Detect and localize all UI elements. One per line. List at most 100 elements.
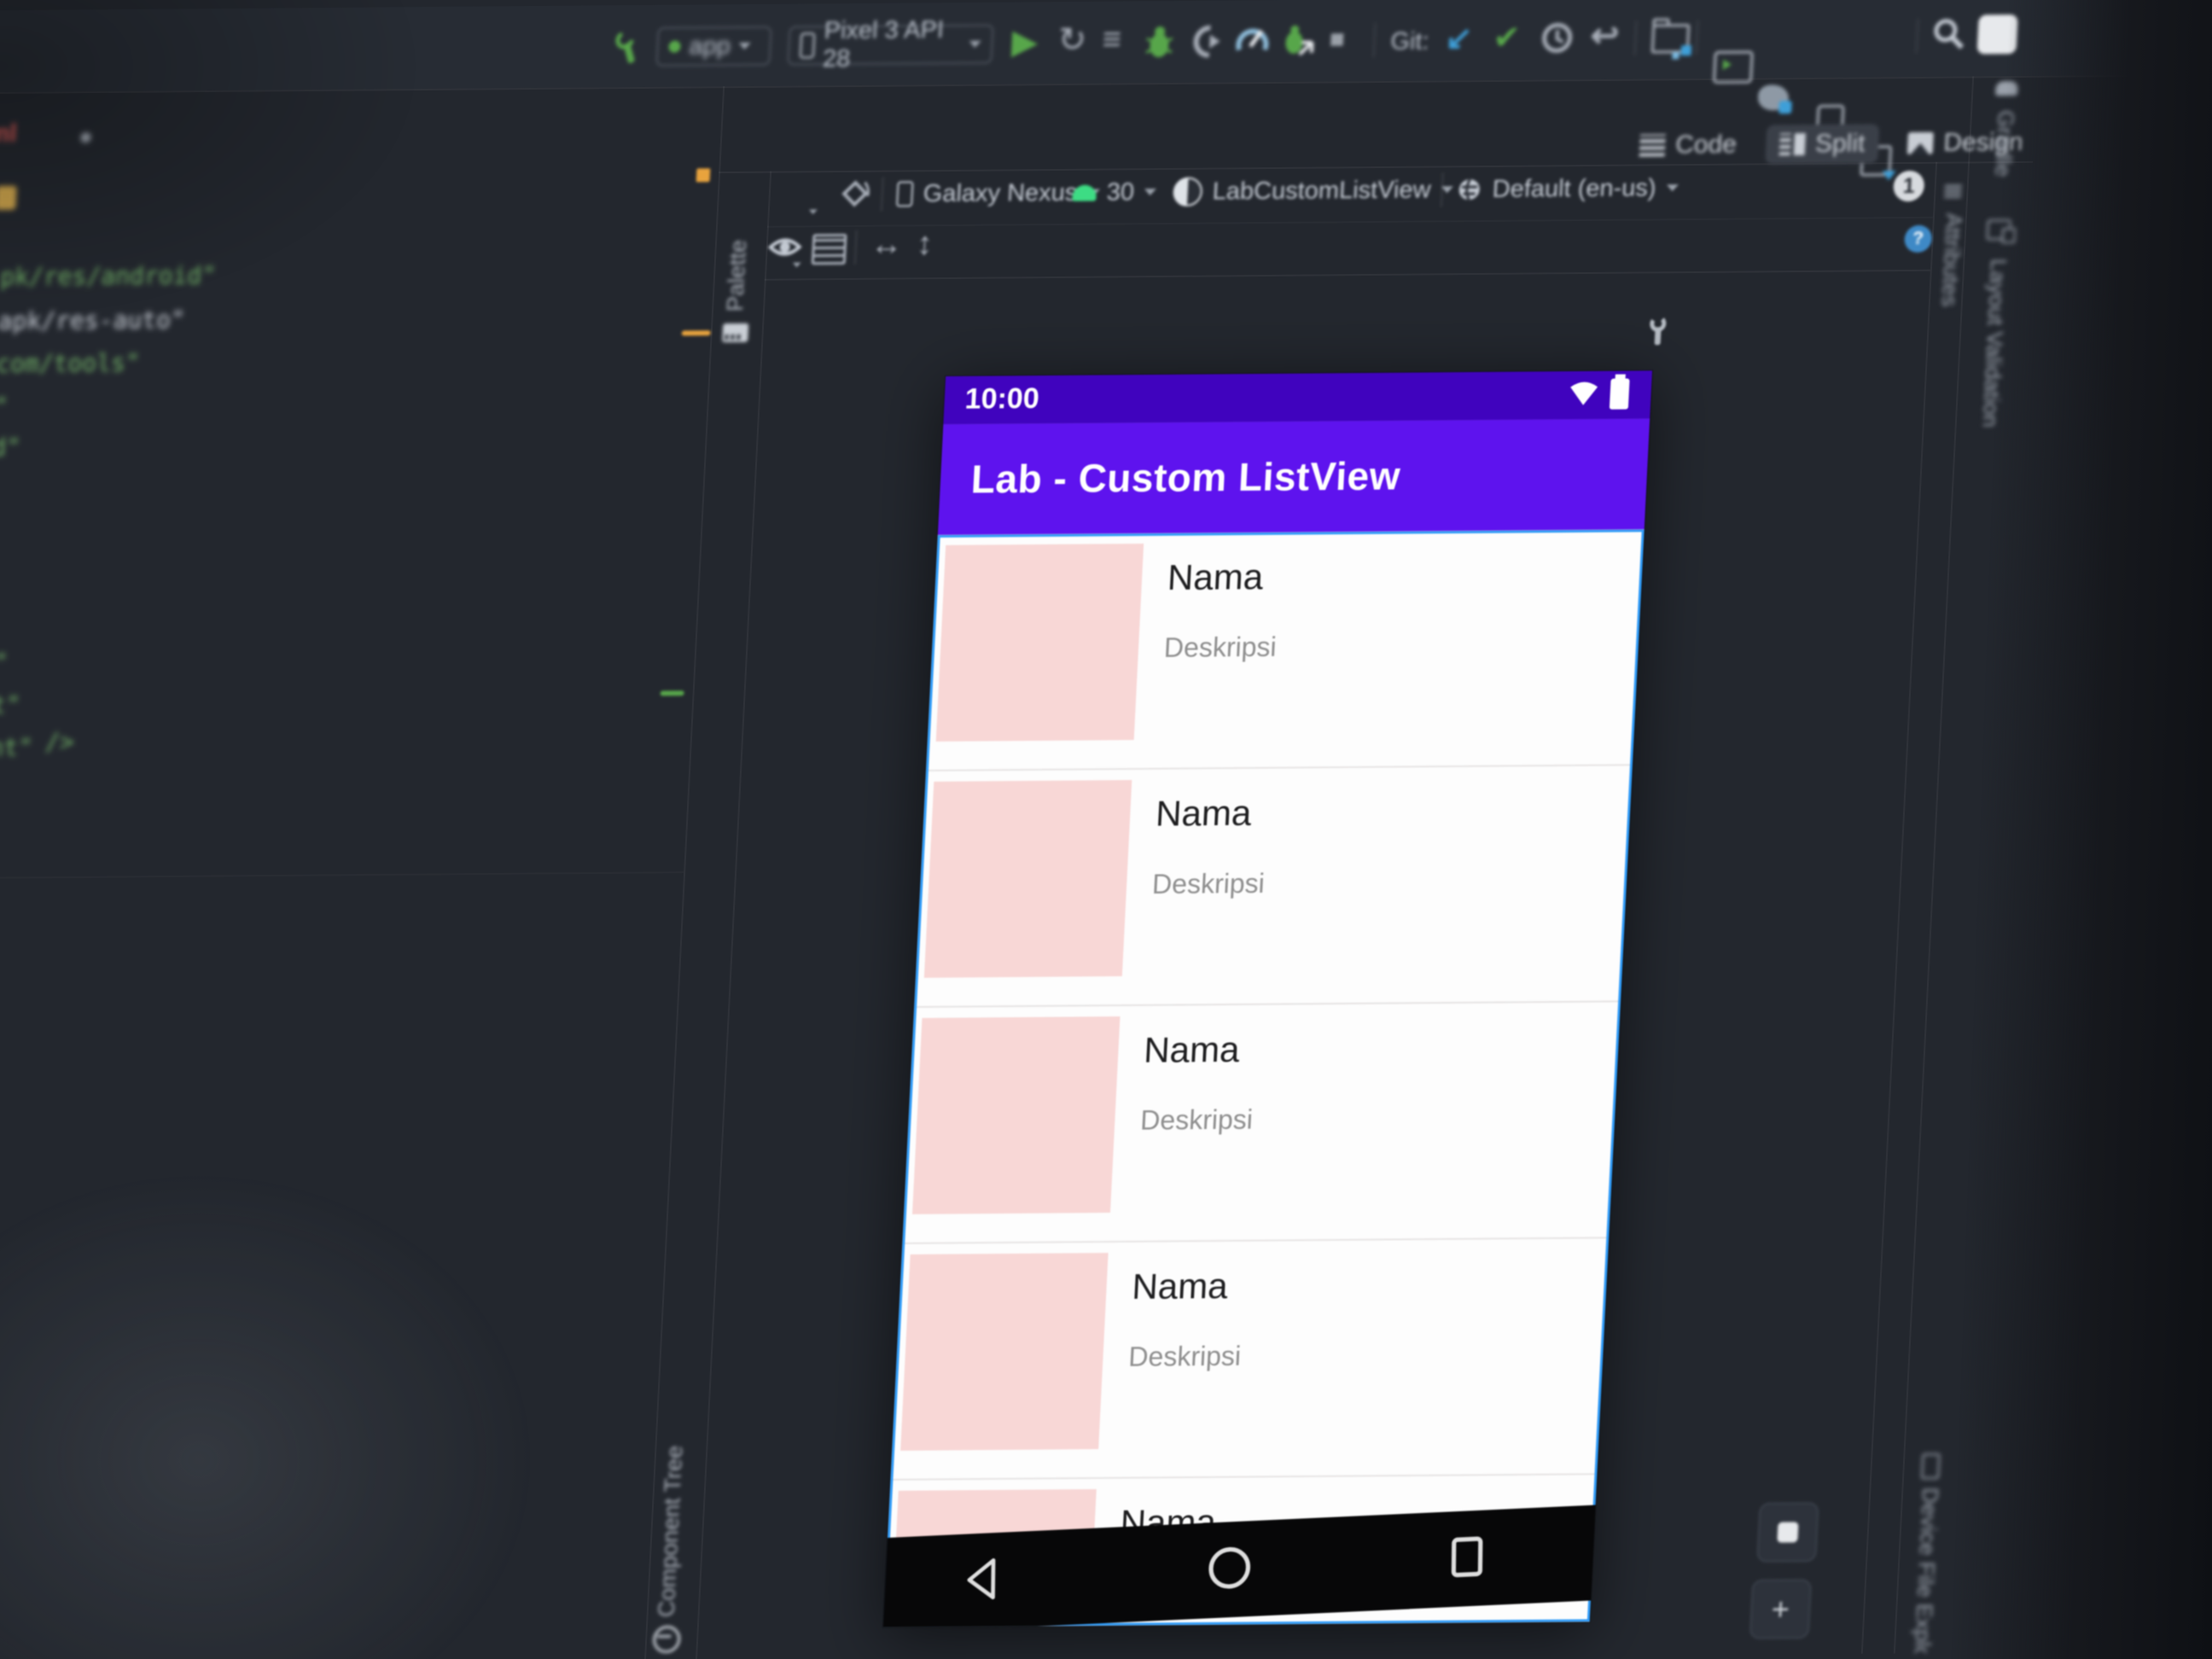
help-label: ? [1912,228,1924,248]
list-item[interactable]: Nama Deskripsi [890,1238,1610,1481]
item-name: Nama [1143,1028,1241,1070]
git-label: Git: [1389,27,1430,55]
item-image [923,780,1132,978]
history-clock-icon[interactable] [1540,21,1575,54]
logcat-icon[interactable] [1757,84,1790,111]
chevron-down-icon [792,262,801,268]
list-item[interactable]: Nama Deskripsi [902,1002,1621,1244]
layout-validation-tab[interactable]: Layout Validation [1962,218,2027,491]
tab-close-icon[interactable] [80,132,91,143]
code-view-icon [1639,134,1666,157]
theme-dropdown[interactable]: LabCustomListView [1172,172,1454,209]
run-configuration-select[interactable]: app [655,26,772,67]
phone-icon [896,181,914,207]
device-file-explorer-icon [1921,1453,1941,1480]
zoom-in-button[interactable]: + [1749,1579,1813,1639]
item-name: Nama [1131,1265,1229,1307]
chevron-down-icon [1666,184,1679,192]
git-commit-check-icon[interactable]: ✔ [1493,19,1522,57]
profiler-gauge-icon[interactable] [1235,24,1271,56]
project-folder-icon[interactable] [1650,24,1691,54]
android-icon [1072,184,1097,201]
rollback-icon[interactable]: ↩ [1590,16,1621,55]
run-config-app-icon [668,40,681,53]
tab-split-label: Split [1814,129,1866,158]
git-update-icon[interactable]: ↙ [1445,19,1474,57]
item-name: Nama [1155,792,1253,834]
warning-stripe-mark[interactable] [681,330,711,336]
app-bar-title: Lab - Custom ListView [969,453,1402,502]
error-stripe-mark[interactable] [696,168,711,183]
divider [1860,161,1938,1654]
orientation-horizontal-icon[interactable]: ↔ [870,226,904,263]
list-item[interactable]: Nama Deskripsi [914,765,1633,1008]
item-description: Deskripsi [1163,631,1278,663]
item-image [900,1253,1109,1451]
attributes-icon [1944,183,1962,198]
stop-button[interactable]: ■ [1329,25,1346,54]
tab-split[interactable]: Split [1764,124,1880,165]
app-bar: Lab - Custom ListView [937,418,1650,535]
component-tree-tab[interactable]: Component Tree [641,1446,702,1659]
ok-stripe-mark[interactable] [660,690,684,696]
battery-icon [1609,378,1630,410]
screenshot-root: app Pixel 3 API 28 ▶ ↻ ≡ ■ Git: ↙ ✔ ↩ Co… [0,0,2212,1659]
terminal-icon[interactable] [1712,50,1754,84]
item-description: Deskripsi [1139,1103,1254,1136]
item-description: Deskripsi [1151,867,1266,899]
device-file-explorer-tab[interactable]: Device File Explorer [1899,1452,1960,1653]
settings-icon[interactable] [1976,15,2018,55]
layout-validation-tab-label: Layout Validation [1977,259,2012,428]
attributes-tab-label: Attributes [1936,212,1968,307]
status-time: 10:00 [963,382,1040,416]
item-image [935,544,1144,742]
list-item[interactable]: Nama Deskripsi [925,529,1644,771]
home-icon [1208,1546,1250,1589]
view-options-eye-icon[interactable] [767,232,803,261]
orientation-vertical-icon[interactable]: ↕ [916,226,934,263]
gradle-tab[interactable]: Gradle [1975,79,2034,233]
debug-bug-icon[interactable] [1143,25,1177,61]
device-preview[interactable]: 10:00 Lab - Custom ListView Nama Deskrip… [882,370,1653,1627]
help-badge[interactable]: ? [1903,224,1933,253]
run-button[interactable]: ▶ [1011,22,1039,61]
design-surface-icon[interactable] [785,178,818,208]
device-select[interactable]: Pixel 3 API 28 [787,16,994,73]
profiler-list-icon[interactable]: ≡ [1102,21,1122,58]
zoom-to-fit-button[interactable] [1756,1502,1819,1563]
tab-code-label: Code [1674,130,1738,160]
listview[interactable]: Nama Deskripsi Nama Deskripsi Nama Deskr… [882,529,1644,1627]
attach-debugger-icon[interactable] [1190,25,1225,59]
divider [1633,20,1638,55]
item-name: Nama [1167,556,1265,597]
locale-dropdown[interactable]: Default (en-us) [1456,171,1679,207]
palette-icon [722,323,749,343]
zoom-to-fit-icon [1777,1522,1799,1543]
device-select-label: Pixel 3 API 28 [822,16,945,73]
tab-code[interactable]: Code [1639,130,1738,160]
error-count: 1 [1902,173,1916,198]
android-studio-window: app Pixel 3 API 28 ▶ ↻ ≡ ■ Git: ↙ ✔ ↩ Co… [0,0,2212,1659]
wifi-icon [1570,381,1598,405]
status-bar: 10:00 [943,370,1653,424]
editor-tab-fragment[interactable]: ml [0,119,18,148]
render-options-wrench-icon[interactable] [1644,316,1673,346]
code-close-tag: /> [44,727,75,757]
device-dropdown[interactable]: Galaxy Nexus [896,176,1101,212]
search-icon[interactable] [1931,17,1967,51]
locale-label: Default (en-us) [1492,173,1657,203]
api-level-label: 30 [1106,178,1135,207]
api-level-dropdown[interactable]: 30 [1072,175,1157,210]
layout-list-icon[interactable] [811,233,847,265]
attach-debugger-process-icon[interactable] [1281,24,1317,60]
code-line: d" [0,433,21,462]
orientation-icon[interactable] [838,178,872,210]
error-count-badge[interactable]: 1 [1892,170,1925,202]
palette-tab-label: Palette [722,239,752,312]
layout-validation-icon [1986,219,2011,241]
chevron-down-icon [969,40,981,48]
gradle-icon [1995,81,2018,96]
divider [1695,20,1699,55]
build-wrench-icon[interactable] [612,31,646,65]
rerun-icon[interactable]: ↻ [1057,20,1088,60]
